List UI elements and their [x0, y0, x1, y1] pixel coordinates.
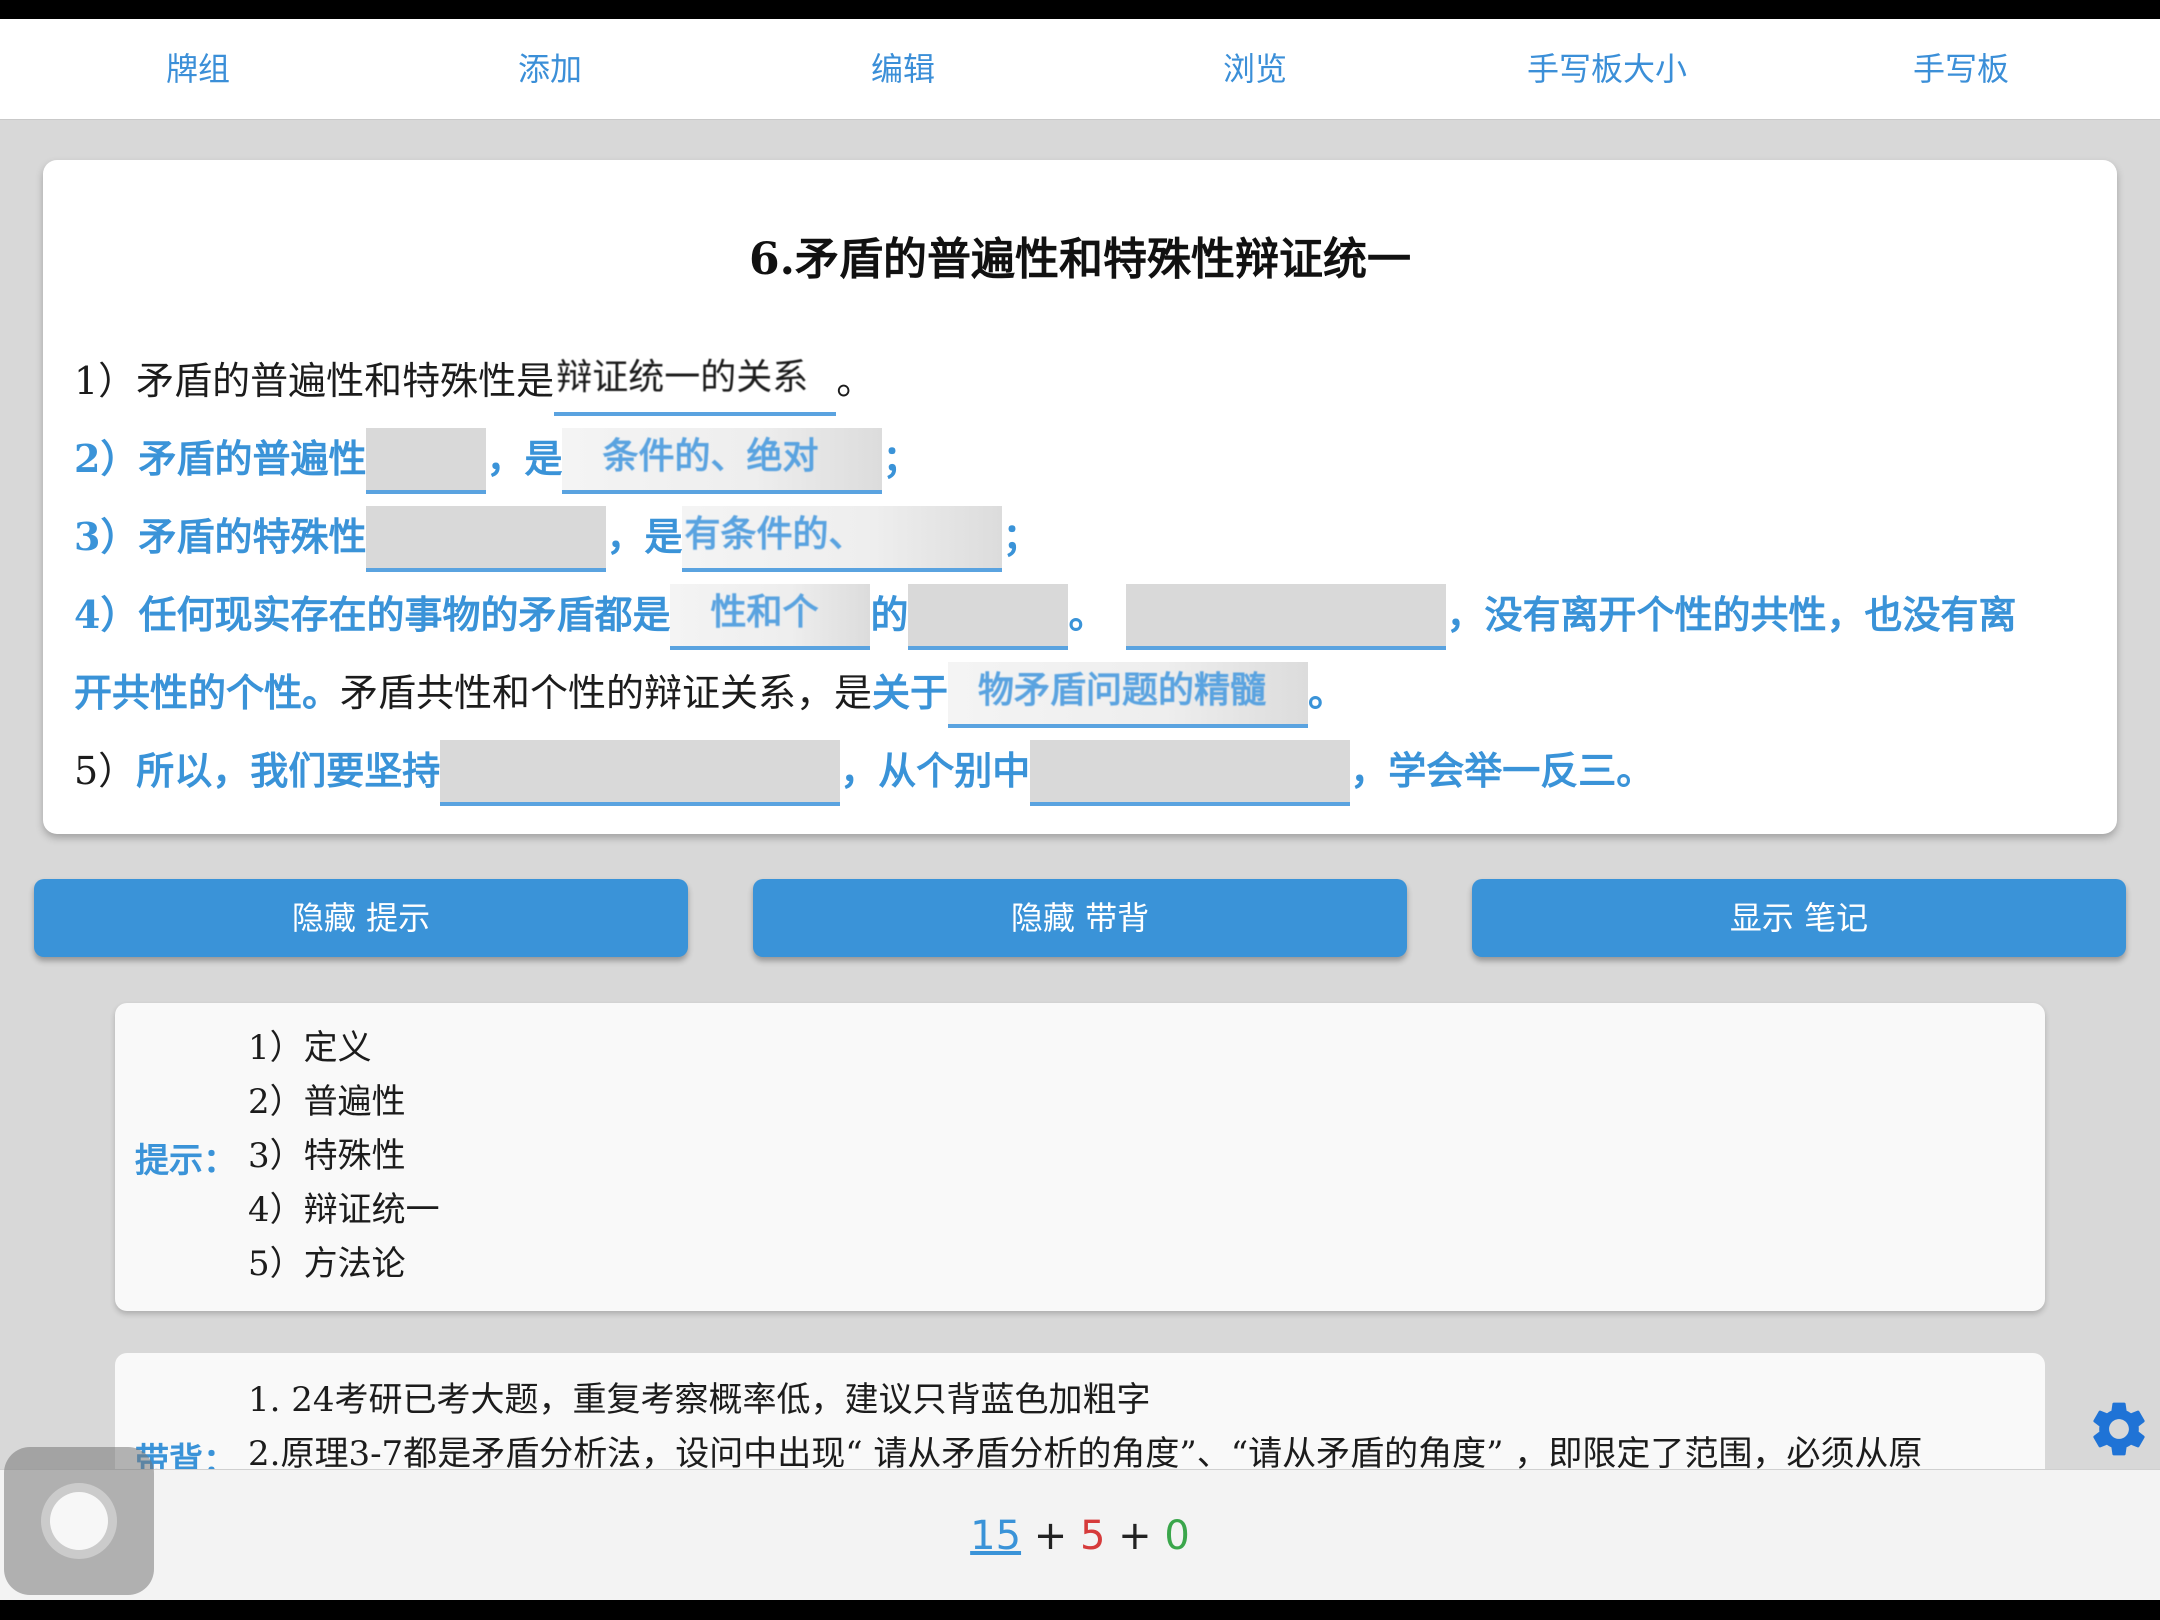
cloze-blank[interactable] — [366, 428, 487, 494]
hide-memo-button[interactable]: 隐藏 带背 — [753, 879, 1407, 957]
line-text: 5） — [74, 749, 137, 793]
gear-icon[interactable] — [2086, 1396, 2152, 1462]
line-text: ，从个别中 — [840, 748, 1031, 793]
cloze-blank[interactable] — [366, 506, 607, 572]
partial-text: 性和个 — [710, 591, 819, 633]
toolbar-edit[interactable]: 编辑 — [753, 49, 1053, 89]
toolbar-browse[interactable]: 浏览 — [1105, 49, 1405, 89]
cloze-blank[interactable] — [1030, 740, 1351, 806]
line-text: 开共性的个性。 — [74, 670, 341, 715]
top-toolbar: 牌组 添加 编辑 浏览 手写板大小 手写板 — [0, 19, 2160, 120]
card-line-5: 5）所以，我们要坚持 ，从个别中 ，学会举一反三。 — [74, 740, 1655, 806]
cloze-blank-partial[interactable]: 性和个 — [670, 584, 871, 650]
line-text: ，没有离开个性的共性，也没有离 — [1446, 592, 2017, 637]
cloze-blank-partial[interactable]: 有条件的、 — [682, 506, 1003, 572]
hint-item: 2）普遍性 — [248, 1082, 406, 1122]
card-line-1: 1）矛盾的普遍性和特殊性是辩证统一的关系。 — [74, 350, 875, 416]
learning-count: 5 — [1080, 1513, 1106, 1559]
toolbar-pad-size[interactable]: 手写板大小 — [1457, 49, 1757, 89]
card-line-2: 2）矛盾的普遍性 ，是 条件的、绝对 ； — [74, 428, 921, 494]
due-counter: 15 + 5 + 0 — [0, 1512, 2160, 1560]
memo-line: 1. 24考研已考大题，重复考察概率低，建议只背蓝色加粗字 — [248, 1380, 1151, 1420]
cloze-blank[interactable] — [440, 740, 841, 806]
line-text: 3）矛盾的特殊性 — [74, 514, 367, 559]
plus-sign: + — [1118, 1513, 1152, 1559]
line-text: 矛盾共性和个性的辩证关系，是 — [340, 671, 873, 715]
partial-text: 条件的、绝对 — [602, 435, 819, 477]
card-line-4: 4）任何现实存在的事物的矛盾都是 性和个 的 。 ，没有离开个性的共性，也没有离 — [74, 584, 2017, 650]
assistive-touch-button[interactable] — [4, 1447, 154, 1595]
hint-item: 4）辩证统一 — [248, 1190, 440, 1230]
hint-label: 提示： — [135, 1141, 237, 1181]
line-text: 2）矛盾的普遍性 — [74, 436, 367, 481]
hint-item: 1）定义 — [248, 1028, 372, 1068]
partial-text: 有条件的、 — [684, 513, 865, 555]
line-text: 的 — [870, 592, 909, 637]
cloze-blank[interactable] — [908, 584, 1069, 650]
hint-item: 5）方法论 — [248, 1244, 406, 1284]
new-count[interactable]: 15 — [970, 1513, 1021, 1559]
line-text: 4）任何现实存在的事物的矛盾都是 — [74, 592, 671, 637]
bottom-bezel — [0, 1600, 2160, 1620]
hide-hint-button[interactable]: 隐藏 提示 — [34, 879, 688, 957]
line-text: ； — [882, 436, 921, 481]
toolbar-handwriting-pad[interactable]: 手写板 — [1811, 49, 2111, 89]
review-count: 0 — [1164, 1513, 1190, 1559]
cloze-blank-partial[interactable]: 物矛盾问题的精髓 — [948, 662, 1309, 728]
line-text: ，是 — [606, 514, 683, 559]
toolbar-decks[interactable]: 牌组 — [48, 49, 348, 89]
cloze-blank[interactable] — [1126, 584, 1447, 650]
card-line-3: 3）矛盾的特殊性 ，是有条件的、 ； — [74, 506, 1041, 572]
line-text: 关于 — [872, 670, 949, 715]
line-text: ，学会举一反三。 — [1350, 748, 1655, 793]
toolbar-add[interactable]: 添加 — [400, 49, 700, 89]
plus-sign: + — [1033, 1513, 1068, 1559]
card-line-4b: 开共性的个性。矛盾共性和个性的辩证关系，是关于 物矛盾问题的精髓。 — [74, 662, 1347, 728]
line-text: 。 — [836, 359, 875, 403]
line-text: 。 — [1308, 670, 1347, 715]
answer-text: 辩证统一的关系 — [556, 357, 809, 398]
card-title: 6.矛盾的普遍性和特殊性辩证统一 — [749, 234, 1411, 285]
cloze-blank-partial[interactable]: 条件的、绝对 — [562, 428, 883, 494]
assistive-touch-icon-core — [50, 1492, 108, 1550]
line-text: 。 — [1068, 592, 1107, 637]
line-text: 所以，我们要坚持 — [136, 748, 441, 793]
show-notes-button[interactable]: 显示 笔记 — [1472, 879, 2126, 957]
cloze-answer[interactable]: 辩证统一的关系 — [554, 350, 837, 416]
line-text: ； — [1002, 514, 1041, 559]
status-bar — [0, 0, 2160, 19]
line-text: ，是 — [486, 436, 563, 481]
line-text: 1）矛盾的普遍性和特殊性是 — [74, 359, 555, 403]
hint-item: 3）特殊性 — [248, 1136, 406, 1176]
partial-text: 物矛盾问题的精髓 — [978, 669, 1267, 711]
